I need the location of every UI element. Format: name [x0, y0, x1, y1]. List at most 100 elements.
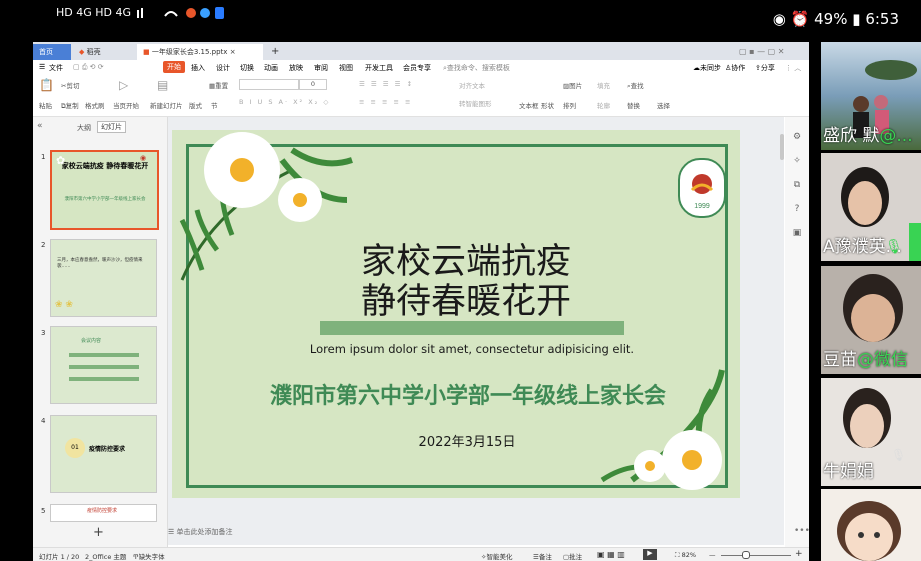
- menu-design[interactable]: 设计: [216, 63, 230, 73]
- tab-docer[interactable]: ◆ 稻壳: [73, 44, 131, 60]
- align-text-button[interactable]: 对齐文本: [459, 80, 485, 90]
- font-name-input[interactable]: [239, 79, 299, 90]
- flower-icon: ❀ ❀: [55, 300, 73, 310]
- tab-slides[interactable]: 幻灯片: [97, 121, 126, 133]
- zoom-level: ⛶ 82%: [675, 551, 697, 559]
- participant-tile-4[interactable]: 牛娟娟 🎙: [821, 378, 921, 486]
- participant-avatar-cartoon: [837, 501, 901, 561]
- find-button[interactable]: ⌕查找: [627, 80, 644, 91]
- font-format-icons[interactable]: B I U S A· X² X₂ ◇: [239, 98, 330, 106]
- shape-button[interactable]: 形状: [541, 100, 554, 110]
- zoom-slider-handle[interactable]: [742, 551, 750, 559]
- slide-thumbnail-3[interactable]: 会议内容: [50, 326, 157, 404]
- outline-button[interactable]: 轮廓: [597, 100, 610, 110]
- notes-toggle[interactable]: ☰备注: [533, 551, 552, 561]
- tab-outline[interactable]: 大纲: [77, 123, 91, 133]
- new-slide-button[interactable]: 新建幻灯片: [150, 100, 183, 110]
- smartart-button[interactable]: 转智能图形: [459, 98, 492, 108]
- missing-font-button[interactable]: Ͳ缺失字体: [133, 551, 165, 561]
- window-controls[interactable]: ▢ ▪ — ▢ ✕: [733, 44, 809, 60]
- smart-beautify-button[interactable]: ✧智能美化: [481, 551, 512, 561]
- add-slide-button[interactable]: +: [93, 525, 104, 540]
- new-tab-button[interactable]: +: [265, 44, 281, 60]
- menu-animation[interactable]: 动画: [264, 63, 278, 73]
- textbox-button[interactable]: 文本框: [519, 100, 539, 110]
- microphone-off-icon: 🎙: [891, 448, 907, 462]
- view-mode-icons[interactable]: ▣ ▦ ▥: [597, 550, 625, 559]
- notes-area[interactable]: ☰ 单击此处添加备注: [168, 527, 568, 543]
- participant-name: 盛欣 默@...: [823, 126, 913, 146]
- slide-thumbnail-5[interactable]: 疫情防控要求: [50, 504, 157, 522]
- paragraph-icons[interactable]: ☰ ☰ ☰ ☰ ↕: [359, 80, 414, 88]
- menu-home[interactable]: 开始: [163, 61, 185, 73]
- section-button[interactable]: 节: [211, 100, 218, 110]
- slide-title: 家校云端抗疫 静待春暖花开: [360, 242, 571, 322]
- slide-thumbnail-2[interactable]: 三月，本应春意盎然，暖声沙沙，但疫情来袭…… ❀ ❀: [50, 239, 157, 317]
- slide-thumbnail-1[interactable]: 家校云端抗疫 静待春暖花开 濮阳市第六中学小学部一年级线上家长会 ✿ ◉: [50, 150, 159, 230]
- participant-tile-5[interactable]: [821, 489, 921, 561]
- search-command[interactable]: ⌕查找命令、搜索模板: [443, 63, 510, 73]
- copy-style-icon[interactable]: ⧉: [785, 173, 809, 197]
- signal-icons: HD 4G HD 4G: [56, 6, 225, 20]
- select-button[interactable]: 选择: [657, 100, 670, 110]
- arrange-button[interactable]: 排列: [563, 100, 576, 110]
- zoom-slider[interactable]: [721, 555, 791, 556]
- properties-icon[interactable]: ⚙: [785, 125, 809, 149]
- current-slide[interactable]: 1999 家校云端抗疫 静待春暖花开 Lorem ipsum dolor sit…: [172, 130, 740, 498]
- play-icon[interactable]: ▷: [119, 78, 128, 92]
- slide-lorem-text: Lorem ipsum dolor sit amet, consectetur …: [309, 342, 635, 356]
- vertical-scrollbar[interactable]: [780, 134, 784, 160]
- participant-tile-1[interactable]: 盛欣 默@...: [821, 42, 921, 150]
- participant-tile-2[interactable]: A豫濮英... 🎙: [821, 153, 921, 261]
- copy-button[interactable]: ⧉复制: [61, 100, 79, 111]
- quick-access-icons[interactable]: ▢ ⎙ ⟲ ⟳: [73, 63, 104, 72]
- wifi-icon: [136, 7, 224, 19]
- format-painter-button[interactable]: 格式刷: [85, 100, 105, 110]
- paste-button[interactable]: 粘贴: [39, 100, 52, 110]
- picture-button[interactable]: ▨图片: [563, 80, 582, 90]
- zoom-in-button[interactable]: +: [795, 549, 803, 559]
- slide-counter: 幻灯片 1 / 20: [39, 553, 80, 561]
- sync-button[interactable]: ☁未同步: [693, 63, 721, 73]
- new-slide-icon[interactable]: ▤: [157, 78, 168, 92]
- zoom-out-button[interactable]: —: [709, 551, 716, 559]
- more-options-icon[interactable]: •••: [794, 526, 810, 536]
- font-size-input[interactable]: 0: [299, 79, 327, 90]
- menu-insert[interactable]: 插入: [191, 63, 205, 73]
- collapse-panel-icon[interactable]: «: [37, 121, 43, 131]
- fill-button[interactable]: 填充: [597, 80, 610, 90]
- help-icon[interactable]: ?: [785, 197, 809, 221]
- cut-button[interactable]: ✂剪切: [61, 80, 79, 90]
- share-button[interactable]: ⇪分享: [755, 63, 775, 73]
- animation-icon[interactable]: ✧: [785, 149, 809, 173]
- close-tab-icon[interactable]: ×: [230, 48, 236, 56]
- from-current-button[interactable]: 当页开始: [113, 100, 139, 110]
- tab-document[interactable]: ■ 一年级家长会3.15.pptx ×: [137, 44, 263, 60]
- layout-button[interactable]: 版式: [189, 100, 202, 110]
- menu-bar: ☰ 文件 ▢ ⎙ ⟲ ⟳ 开始 插入 设计 切换 动画 放映 审阅 视图 开发工…: [33, 60, 809, 76]
- cloud-icon: ☁: [693, 64, 700, 72]
- collab-button[interactable]: ♙协作: [725, 63, 745, 73]
- slide-subtitle: 濮阳市第六中学小学部一年级线上家长会: [269, 384, 666, 409]
- align-icons[interactable]: ≡ ≡ ≡ ≡ ≡: [359, 98, 413, 106]
- replace-button[interactable]: 替换: [627, 100, 640, 110]
- menu-file[interactable]: 文件: [49, 63, 63, 73]
- participant-tile-3[interactable]: 豆苗@微信: [821, 266, 921, 374]
- paste-icon[interactable]: 📋: [39, 78, 54, 92]
- battery-percent: 49%: [814, 10, 848, 28]
- slide-thumbnail-4[interactable]: 01 疫情防控要求: [50, 415, 157, 493]
- menu-developer[interactable]: 开发工具: [365, 63, 393, 73]
- backup-icon[interactable]: ▣: [785, 221, 809, 245]
- menu-slideshow[interactable]: 放映: [289, 63, 303, 73]
- menu-review[interactable]: 审阅: [314, 63, 328, 73]
- menu-view[interactable]: 视图: [339, 63, 353, 73]
- reset-button[interactable]: ▦重置: [209, 80, 228, 90]
- more-icon[interactable]: ⋮ ︿: [785, 63, 801, 73]
- menu-hamburger-icon[interactable]: ☰: [39, 63, 45, 71]
- play-slideshow-button[interactable]: ▶: [643, 549, 657, 560]
- menu-transition[interactable]: 切换: [240, 63, 254, 73]
- comments-toggle[interactable]: ▢批注: [563, 551, 582, 561]
- title-divider-bar: [320, 321, 624, 335]
- menu-vip[interactable]: 会员专享: [403, 63, 431, 73]
- tab-home[interactable]: 首页: [33, 44, 71, 60]
